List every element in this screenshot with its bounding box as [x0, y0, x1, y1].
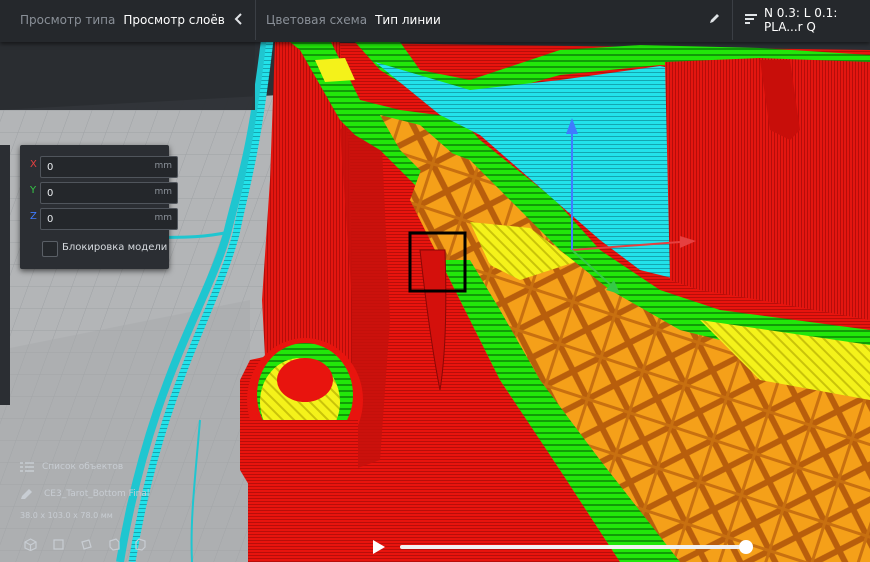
front-view-icon[interactable]	[52, 536, 65, 550]
y-row: Y mm	[20, 182, 178, 204]
color-scheme-group[interactable]: Цветовая схема Тип линии	[266, 0, 441, 40]
profile-summary: N 0.3: L 0.1: PLA...r Q	[764, 6, 838, 34]
cube-view-icon[interactable]	[24, 536, 37, 552]
top-toolbar: Просмотр типа Просмотр слоёв Цветовая сх…	[0, 0, 870, 42]
x-axis-label: X	[30, 159, 37, 170]
toolbar-divider-2	[732, 0, 733, 40]
object-dimensions: 38.0 x 103.0 x 78.0 мм	[20, 511, 113, 520]
pencil-icon[interactable]	[708, 12, 720, 26]
color-scheme-label: Цветовая схема	[266, 13, 368, 27]
x-unit: mm	[154, 161, 172, 171]
view-type-value[interactable]: Просмотр слоёв	[123, 13, 224, 27]
toolbar-divider	[255, 0, 256, 40]
settings-list-icon[interactable]	[744, 12, 758, 26]
object-list-title[interactable]: Список объектов	[42, 462, 123, 472]
3d-viewport[interactable]	[0, 0, 870, 562]
pen-icon	[20, 488, 34, 503]
play-icon[interactable]	[373, 540, 385, 554]
move-tool-panel: X mm Y mm Z mm Блокировка модели	[20, 145, 178, 269]
z-axis-label: Z	[30, 211, 37, 222]
x-input[interactable]	[45, 159, 134, 176]
layer-simulation-slider[interactable]	[400, 545, 747, 549]
x-row: X mm	[20, 156, 178, 178]
y-axis-label: Y	[30, 185, 37, 196]
left-view-icon[interactable]	[108, 536, 121, 551]
color-scheme-value[interactable]: Тип линии	[375, 13, 441, 27]
foot-boss	[247, 338, 363, 562]
lock-model-label: Блокировка модели	[62, 242, 168, 253]
z-field[interactable]: mm	[40, 208, 178, 230]
lock-model-checkbox[interactable]	[42, 241, 58, 257]
print-settings-summary[interactable]: N 0.3: L 0.1: PLA...r Q	[764, 0, 870, 40]
slider-handle[interactable]	[739, 540, 753, 554]
header-shade	[0, 42, 255, 110]
x-field[interactable]: mm	[40, 156, 178, 178]
y-unit: mm	[154, 187, 172, 197]
tool-column	[0, 145, 10, 405]
y-field[interactable]: mm	[40, 182, 178, 204]
z-unit: mm	[154, 213, 172, 223]
object-name[interactable]: CE3_Tarot_Bottom Final	[44, 489, 149, 499]
top-view-icon[interactable]	[80, 536, 93, 550]
z-row: Z mm	[20, 208, 178, 230]
chevron-left-icon[interactable]	[233, 12, 243, 26]
y-input[interactable]	[45, 185, 134, 202]
list-icon[interactable]	[20, 462, 34, 475]
view-type-label: Просмотр типа	[20, 13, 116, 27]
right-view-icon[interactable]	[134, 536, 147, 551]
view-type-group[interactable]: Просмотр типа Просмотр слоёв	[20, 0, 225, 40]
z-input[interactable]	[45, 211, 134, 228]
